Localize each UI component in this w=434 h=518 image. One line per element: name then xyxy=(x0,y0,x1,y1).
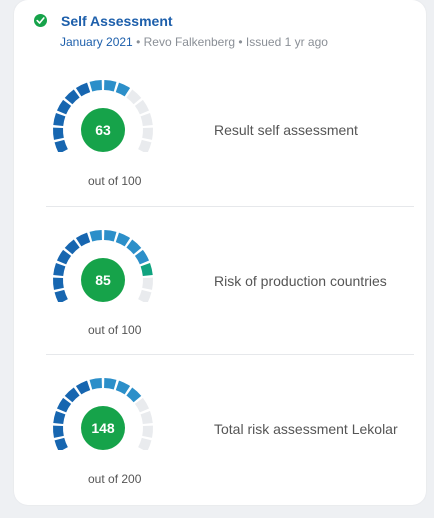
gauge-segment xyxy=(138,437,152,450)
separator: • xyxy=(136,35,141,49)
gauge-segment xyxy=(75,380,91,395)
issued-time: Issued 1 yr ago xyxy=(245,35,328,49)
gauge-segment xyxy=(134,397,150,413)
assessment-row: 63 Result self assessment out of 100 xyxy=(46,72,414,220)
gauge-segment xyxy=(115,82,131,97)
gauge-segment xyxy=(126,387,142,403)
gauge-segment xyxy=(54,437,68,450)
gauge-segment xyxy=(142,277,153,290)
gauge-segment xyxy=(115,232,131,247)
gauge-segment xyxy=(54,289,68,302)
gauge-segment xyxy=(75,232,91,247)
gauge-segment xyxy=(56,99,72,115)
gauge-segment xyxy=(89,378,102,390)
score-out-of: out of 100 xyxy=(88,174,142,188)
gauge-segment xyxy=(115,380,131,395)
gauge-segment xyxy=(64,387,80,403)
gauge-segment xyxy=(54,139,68,152)
gauge-segment xyxy=(140,262,153,276)
gauge-segment xyxy=(134,99,150,115)
assessment-label: Risk of production countries xyxy=(214,273,387,289)
gauge-segment xyxy=(53,277,64,290)
gauge-segment xyxy=(140,410,153,424)
assessment-label: Result self assessment xyxy=(214,122,358,138)
gauge-segment xyxy=(64,239,80,255)
gauge-segment xyxy=(53,425,64,438)
score-gauge: 148 xyxy=(53,378,153,450)
separator: • xyxy=(238,35,243,49)
score-value: 148 xyxy=(91,420,115,436)
gauge-segment xyxy=(56,249,72,265)
card-subtitle: January 2021 • Revo Falkenberg • Issued … xyxy=(60,35,328,49)
gauge-segment xyxy=(142,127,153,140)
gauge-segment xyxy=(142,425,153,438)
score-value: 63 xyxy=(95,122,111,138)
assessment-row: 148 Total risk assessment Lekolar out of… xyxy=(46,370,414,518)
check-circle-icon xyxy=(34,14,47,27)
gauge-segment xyxy=(53,410,66,424)
gauge-segment xyxy=(53,112,66,126)
card-title[interactable]: Self Assessment xyxy=(61,13,173,29)
divider xyxy=(46,206,414,207)
divider xyxy=(46,354,414,355)
gauge-segment xyxy=(138,139,152,152)
assessment-row: 85 Risk of production countries out of 1… xyxy=(46,222,414,370)
gauge-segment xyxy=(104,378,117,390)
gauge-segment xyxy=(53,127,64,140)
gauge-segment xyxy=(126,89,142,105)
gauge-segment xyxy=(140,112,153,126)
gauge-segment xyxy=(75,82,91,97)
assessment-date: January 2021 xyxy=(60,35,133,49)
gauge-segment xyxy=(126,239,142,255)
gauge-segment xyxy=(53,262,66,276)
assessment-author: Revo Falkenberg xyxy=(143,35,236,49)
score-gauge: 63 xyxy=(53,80,153,152)
gauge-segment xyxy=(56,397,72,413)
gauge-segment xyxy=(134,249,150,265)
gauge-segment xyxy=(104,80,117,92)
score-out-of: out of 200 xyxy=(88,472,142,486)
assessment-label: Total risk assessment Lekolar xyxy=(214,421,398,437)
score-out-of: out of 100 xyxy=(88,323,142,337)
gauge-segment xyxy=(138,289,152,302)
gauge-segment xyxy=(89,230,102,242)
score-gauge: 85 xyxy=(53,230,153,302)
gauge-segment xyxy=(89,80,102,92)
gauge-segment xyxy=(104,230,117,242)
score-value: 85 xyxy=(95,272,111,288)
self-assessment-card: Self Assessment January 2021 • Revo Falk… xyxy=(14,0,426,505)
gauge-segment xyxy=(64,89,80,105)
